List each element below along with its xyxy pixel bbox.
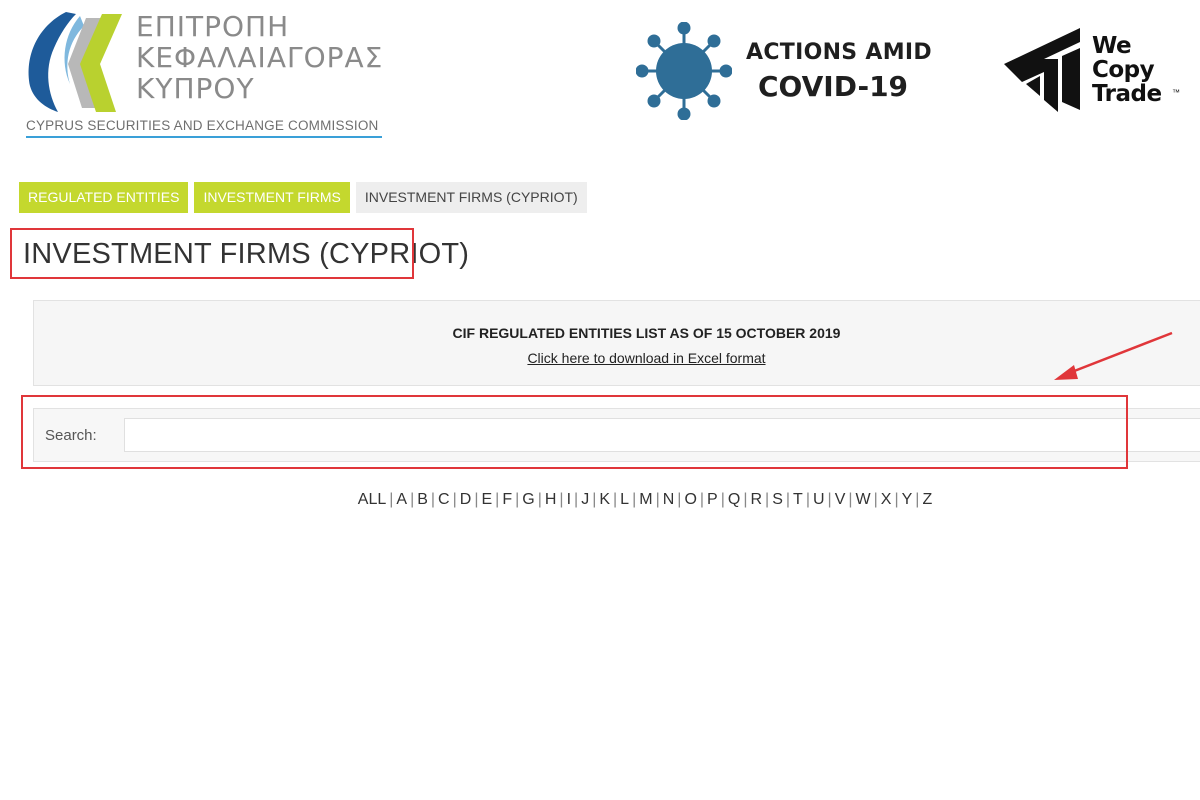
cysec-greek-line-2: ΚΕΦΑΛΑΙΑΓΟΡΑΣ [136,41,384,74]
alphabet-separator: | [765,491,770,508]
alphabet-letter-y[interactable]: Y [902,491,913,508]
alphabet-letter-o[interactable]: O [684,491,696,508]
cysec-greek-line-3: ΚΥΠΡΟΥ [136,72,255,105]
alphabet-letter-a[interactable]: A [396,491,407,508]
breadcrumb-investment-firms[interactable]: INVESTMENT FIRMS [194,182,350,213]
list-title: CIF REGULATED ENTITIES LIST AS OF 15 OCT… [452,325,841,341]
alphabet-separator: | [915,491,920,508]
alphabet-separator: | [574,491,579,508]
wecopytrade-logo: We Copy Trade ™ [1000,24,1190,119]
red-arrow-icon [1054,331,1173,380]
title-highlight-box [10,228,414,279]
alphabet-letter-z[interactable]: Z [922,491,932,508]
search-highlight-box [21,395,1128,469]
download-excel-link[interactable]: Click here to download in Excel format [34,350,1200,366]
alphabet-letter-r[interactable]: R [750,491,762,508]
alphabet-separator: | [677,491,682,508]
alphabet-separator: | [873,491,878,508]
wct-line-3: Trade [1092,81,1162,107]
alphabet-separator: | [894,491,899,508]
alphabet-letter-n[interactable]: N [663,491,675,508]
alphabet-letter-e[interactable]: E [481,491,492,508]
alphabet-separator: | [515,491,520,508]
alphabet-letter-l[interactable]: L [620,491,629,508]
alphabet-letter-f[interactable]: F [502,491,512,508]
covid-banner-line-1: ACTIONS AMID [746,40,932,65]
alphabet-letter-v[interactable]: V [835,491,846,508]
alphabet-letter-all[interactable]: ALL [358,491,386,508]
alphabet-letter-m[interactable]: M [639,491,652,508]
alphabet-separator: | [389,491,394,508]
alphabet-letter-p[interactable]: P [707,491,718,508]
alphabet-separator: | [452,491,457,508]
alphabet-letter-t[interactable]: T [793,491,803,508]
virus-icon [636,22,732,120]
alphabet-separator: | [430,491,436,508]
alphabet-separator: | [720,491,725,508]
alphabet-letter-s[interactable]: S [772,491,783,508]
alphabet-letter-k[interactable]: K [599,491,610,508]
breadcrumb: REGULATED ENTITIES INVESTMENT FIRMS INVE… [19,182,587,213]
alphabet-letter-b[interactable]: B [417,491,428,508]
covid-banner[interactable]: ACTIONS AMID COVID-19 [636,22,932,122]
alphabet-separator: | [827,491,832,508]
alphabet-separator: | [785,491,791,508]
alphabet-separator: | [848,491,853,508]
wct-trademark: ™ [1172,88,1180,97]
alphabet-separator: | [474,491,479,508]
alphabet-separator: | [495,491,500,508]
alphabet-separator: | [410,491,415,508]
cysec-logo[interactable]: ΕΠΙΤΡΟΠΗ ΚΕΦΑΛΑΙΑΓΟΡΑΣ ΚΥΠΡΟΥ CYPRUS SEC… [24,8,394,143]
alphabet-letter-u[interactable]: U [813,491,825,508]
cysec-emblem-icon [28,12,122,112]
alphabet-filter: ALL | A | B | C | D | E | F | G | H | I | J | K | L | M | N | O | P | Q | R |… [0,491,1200,509]
breadcrumb-investment-firms-cypriot: INVESTMENT FIRMS (CYPRIOT) [355,182,587,213]
cysec-english-name: CYPRUS SECURITIES AND EXCHANGE COMMISSIO… [26,118,379,133]
alphabet-separator: | [805,491,810,508]
alphabet-separator: | [613,491,618,508]
wct-line-2: Copy [1092,57,1155,83]
breadcrumb-regulated-entities[interactable]: REGULATED ENTITIES [19,182,189,213]
alphabet-separator: | [632,491,637,508]
cysec-underline [26,136,382,138]
alphabet-letter-d[interactable]: D [460,491,472,508]
alphabet-separator: | [655,491,660,508]
alphabet-letter-h[interactable]: H [545,491,557,508]
wct-line-1: We [1092,33,1132,59]
cysec-greek-line-1: ΕΠΙΤΡΟΠΗ [136,10,290,43]
alphabet-letter-j[interactable]: J [581,491,589,508]
download-panel: CIF REGULATED ENTITIES LIST AS OF 15 OCT… [33,300,1200,386]
wct-chevron-logo-icon [1004,28,1080,112]
alphabet-separator: | [592,491,597,508]
alphabet-letter-q[interactable]: Q [728,491,740,508]
alphabet-letter-w[interactable]: W [856,491,871,508]
alphabet-letter-c[interactable]: C [438,491,450,508]
alphabet-letter-x[interactable]: X [881,491,892,508]
alphabet-separator: | [699,491,705,508]
covid-banner-line-2: COVID-19 [758,70,909,103]
alphabet-separator: | [537,491,542,508]
alphabet-letter-g[interactable]: G [522,491,534,508]
alphabet-separator: | [559,491,564,508]
alphabet-separator: | [743,491,748,508]
